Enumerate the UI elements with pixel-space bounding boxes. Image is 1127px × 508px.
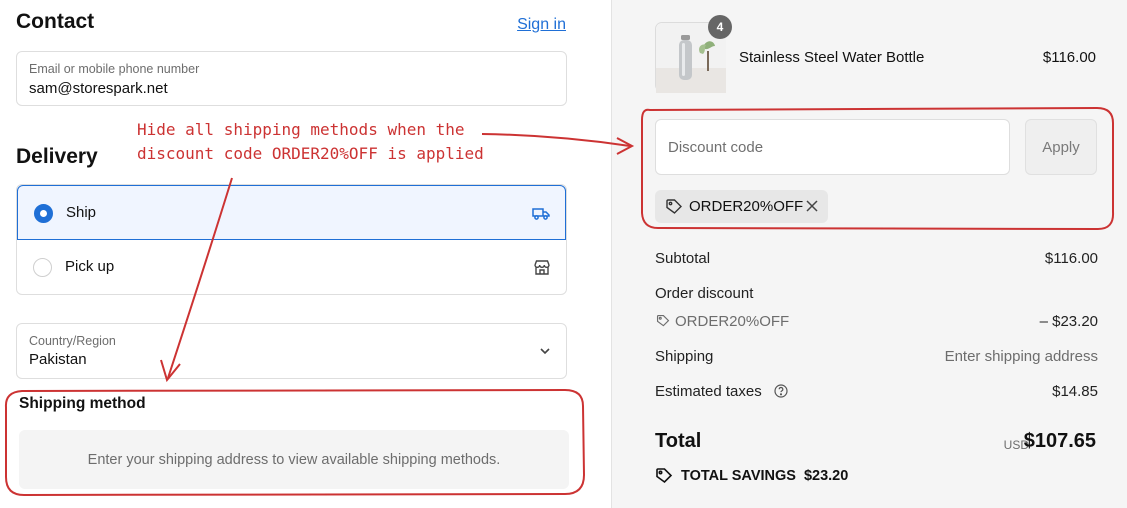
email-field-value: sam@storespark.net	[29, 80, 168, 97]
quantity-badge: 4	[708, 15, 732, 39]
email-field-label: Email or mobile phone number	[29, 62, 200, 76]
savings-value: $23.20	[803, 468, 849, 484]
tag-icon	[655, 314, 671, 328]
tag-icon	[665, 198, 683, 216]
savings-label: TOTAL SAVINGS	[681, 468, 796, 484]
checkout-form: Contact Sign in Email or mobile phone nu…	[0, 0, 611, 508]
country-select[interactable]: Country/Region Pakistan	[16, 323, 567, 379]
subtotal-row: Subtotal $116.00	[655, 250, 1098, 267]
email-field[interactable]: Email or mobile phone number sam@storesp…	[16, 51, 567, 106]
country-label: Country/Region	[29, 334, 116, 348]
annotation-note: Hide all shipping methods when the disco…	[137, 118, 484, 166]
shipping-label: Shipping	[655, 348, 714, 365]
discount-value: – $23.20	[1039, 313, 1098, 330]
sign-in-link[interactable]: Sign in	[517, 16, 566, 34]
taxes-label: Estimated taxes	[655, 383, 762, 400]
annotation-line-2: discount code ORDER20%OFF is applied	[137, 144, 484, 163]
chevron-down-icon	[538, 344, 552, 358]
order-discount-label: Order discount	[655, 285, 754, 302]
apply-discount-button[interactable]: Apply	[1025, 119, 1097, 175]
annotation-line-1: Hide all shipping methods when the	[137, 120, 465, 139]
delivery-options: Ship Pick up	[16, 184, 567, 295]
total-label: Total	[655, 430, 702, 452]
subtotal-value: $116.00	[1044, 250, 1098, 267]
pickup-label: Pick up	[65, 258, 115, 275]
country-value: Pakistan	[29, 351, 87, 368]
tag-icon	[655, 467, 673, 485]
delivery-option-pickup[interactable]: Pick up	[17, 241, 566, 296]
taxes-value: $14.85	[1052, 383, 1098, 400]
discount-code-row: ORDER20%OFF – $23.20	[655, 313, 1098, 330]
contact-heading: Contact	[16, 10, 95, 33]
product-price: $116.00	[1042, 49, 1096, 66]
ship-radio[interactable]	[34, 204, 53, 223]
taxes-row: Estimated taxes $14.85	[655, 383, 1098, 400]
pickup-radio[interactable]	[33, 258, 52, 277]
order-summary: 4 Stainless Steel Water Bottle $116.00 A…	[611, 0, 1127, 508]
total-value: $107.65	[1023, 430, 1096, 452]
help-icon[interactable]	[774, 384, 788, 398]
order-discount-row: Order discount	[655, 285, 1098, 302]
delivery-option-ship[interactable]: Ship	[17, 185, 566, 240]
ship-label: Ship	[66, 204, 97, 221]
discount-code-field[interactable]	[655, 119, 1010, 175]
shipping-value: Enter shipping address	[944, 348, 1098, 365]
shipping-method-placeholder: Enter your shipping address to view avai…	[19, 430, 569, 489]
subtotal-label: Subtotal	[655, 250, 711, 267]
total-savings: TOTAL SAVINGS $23.20	[655, 467, 848, 485]
discount-code-input[interactable]	[656, 120, 1009, 174]
remove-discount-icon[interactable]	[803, 197, 821, 215]
store-icon	[532, 257, 552, 277]
truck-icon	[531, 203, 551, 223]
shipping-row: Shipping Enter shipping address	[655, 348, 1098, 365]
shipping-method-heading: Shipping method	[19, 395, 146, 412]
summary-discount-code: ORDER20%OFF	[675, 313, 790, 330]
product-name: Stainless Steel Water Bottle	[739, 49, 925, 66]
applied-discount-code: ORDER20%OFF	[689, 198, 804, 215]
delivery-heading: Delivery	[16, 145, 98, 168]
applied-discount-chip: ORDER20%OFF	[655, 190, 828, 223]
